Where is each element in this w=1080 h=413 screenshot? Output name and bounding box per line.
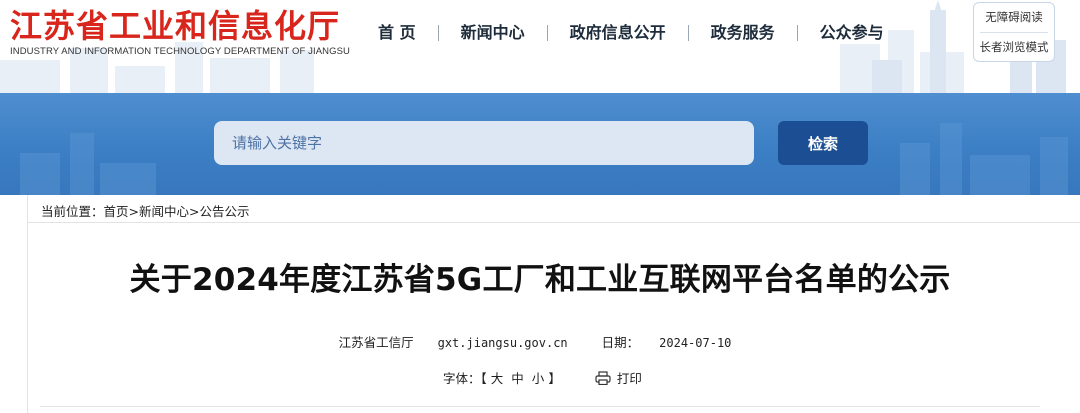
article-title: 关于2024年度江苏省5G工厂和工业互联网平台名单的公示 [129,262,951,298]
nav-news-center[interactable]: 新闻中心 [439,20,547,46]
article-source: 江苏省工信厅 [338,335,414,350]
breadcrumb-home[interactable]: 首页 [104,204,129,219]
elder-mode-button[interactable]: 长者浏览模式 [974,33,1054,62]
article-date-group: 日期： 2024-07-10 [592,335,742,350]
article-date-label: 日期： [601,335,640,350]
print-button[interactable]: 打印 [595,368,642,387]
article-date: 2024-07-10 [659,336,732,350]
nav-gov-info-disclosure[interactable]: 政府信息公开 [548,20,688,46]
search-input[interactable] [214,121,754,165]
search-button[interactable]: 检索 [778,121,868,165]
content-left-border [27,195,28,413]
breadcrumb-prefix: 当前位置： [41,204,104,219]
barrier-free-reading-button[interactable]: 无障碍阅读 [974,3,1054,32]
font-size-large[interactable]: 大 [491,368,504,387]
breadcrumb-news-center[interactable]: 新闻中心 [139,204,189,219]
nav-home[interactable]: 首 页 [356,20,438,46]
print-label: 打印 [616,371,642,386]
breadcrumb-row: 当前位置：首页>新闻中心>公告公示 [41,201,250,220]
content-divider [40,406,1040,407]
breadcrumb-separator: > [128,204,140,219]
site-title-cn: 江苏省工业和信息化厅 [10,7,341,45]
font-size-small[interactable]: 小 [532,368,545,387]
article-site: gxt.jiangsu.gov.cn [437,336,568,350]
font-size-medium[interactable]: 中 [511,368,524,387]
printer-icon [595,370,611,385]
accessibility-panel: 无障碍阅读 长者浏览模式 [973,2,1055,62]
nav-gov-services[interactable]: 政务服务 [689,20,797,46]
search-banner: 检索 [0,93,1080,195]
article-meta: 江苏省工信厅 gxt.jiangsu.gov.cn 日期： 2024-07-10 [0,332,1080,351]
main-nav: 首 页 新闻中心 政府信息公开 政务服务 公众参与 [356,20,906,46]
article-tools: 字体：【 大 中 小 】 打印 [443,368,642,387]
site-title-en: INDUSTRY AND INFORMATION TECHNOLOGY DEPA… [10,46,351,57]
font-size-close-bracket: 】 [548,371,561,386]
nav-public-participation[interactable]: 公众参与 [798,20,906,46]
breadcrumb-separator: > [189,204,200,219]
site-header: 江苏省工业和信息化厅 INDUSTRY AND INFORMATION TECH… [0,0,1080,93]
breadcrumb: 当前位置：首页>新闻中心>公告公示 [28,195,1080,223]
font-size-label: 字体：【 [443,371,487,386]
breadcrumb-announcements[interactable]: 公告公示 [200,204,250,219]
site-logo[interactable]: 江苏省工业和信息化厅 INDUSTRY AND INFORMATION TECH… [10,6,350,57]
